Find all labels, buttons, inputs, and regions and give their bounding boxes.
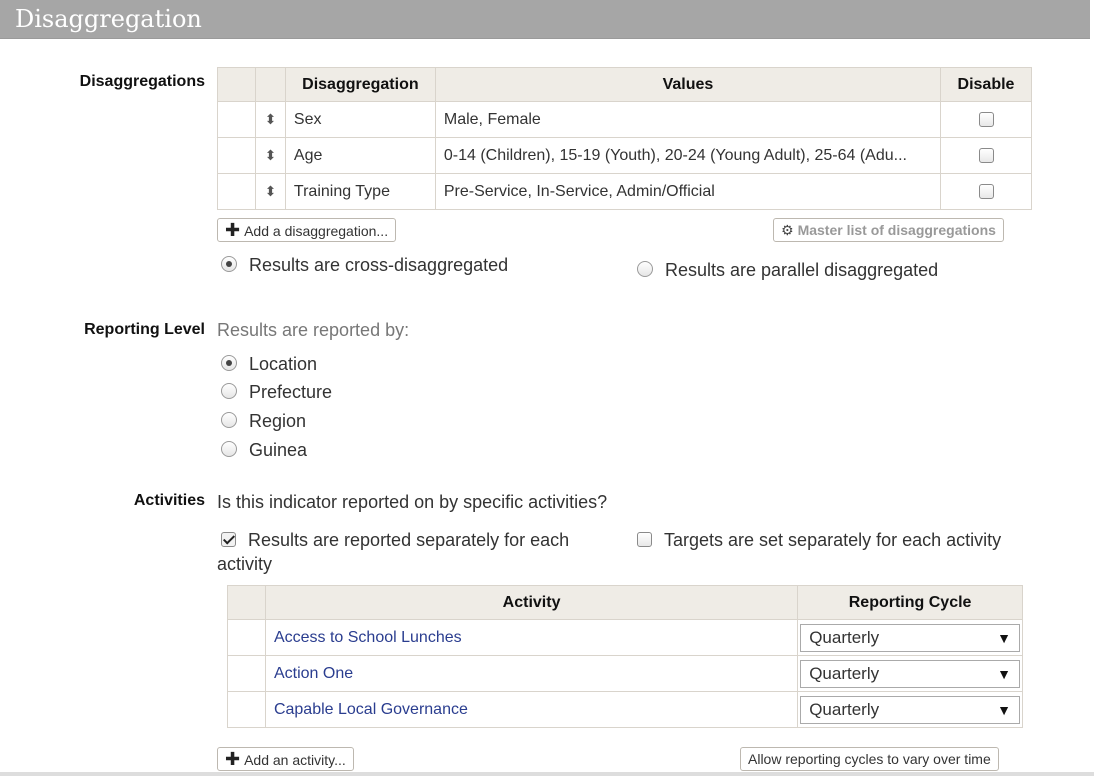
disaggregation-values[interactable]: 0-14 (Children), 15-19 (Youth), 20-24 (Y… — [434, 137, 942, 174]
table-row: Access to School Lunches Quarterly ▼ — [227, 619, 1023, 656]
table-row: ⬍ Sex Male, Female — [217, 101, 1032, 138]
cross-disaggregated-radio[interactable] — [221, 256, 237, 273]
disable-checkbox[interactable] — [978, 183, 994, 199]
section-header: Disaggregation — [0, 0, 1090, 39]
section-title: Disaggregation — [15, 5, 202, 33]
reporting-level-label: Reporting Level — [84, 321, 205, 338]
activities-label: Activities — [133, 492, 205, 509]
table-row: ⬍ Age 0-14 (Children), 15-19 (Youth), 20… — [217, 137, 1032, 174]
drag-handle-icon[interactable]: ⬍ — [254, 137, 286, 174]
activity-link[interactable]: Action One — [274, 665, 353, 682]
master-list-button[interactable]: ⚙ Master list of disaggregations — [773, 218, 1004, 242]
separate-results-option[interactable]: Results are reported separately for each — [221, 530, 569, 551]
reporting-option-guinea[interactable]: Guinea — [221, 440, 307, 461]
activities-header-row: Activity Reporting Cycle — [227, 585, 1023, 620]
disaggregations-label: Disaggregations — [79, 73, 205, 90]
table-row: ⬍ Training Type Pre-Service, In-Service,… — [217, 173, 1032, 210]
header-blank — [217, 67, 256, 102]
header-values: Values — [434, 67, 942, 102]
vary-cycles-label: Allow reporting cycles to vary over time — [748, 751, 991, 767]
disable-checkbox[interactable] — [978, 111, 994, 127]
guinea-label: Guinea — [249, 440, 308, 460]
reporting-option-prefecture[interactable]: Prefecture — [221, 382, 332, 403]
dropdown-arrow-icon: ▼ — [997, 701, 1011, 718]
separate-results-label-cont: activity — [217, 554, 273, 574]
reporting-cycle-value: Quarterly — [809, 627, 880, 647]
parallel-disaggregated-radio[interactable] — [637, 261, 653, 278]
region-radio[interactable] — [221, 412, 237, 429]
region-label: Region — [249, 411, 307, 431]
reporting-cycle-value: Quarterly — [809, 663, 880, 683]
activity-link[interactable]: Capable Local Governance — [274, 701, 468, 718]
row-blank — [217, 137, 256, 174]
table-row: Action One Quarterly ▼ — [227, 655, 1023, 692]
row-blank — [217, 101, 256, 138]
parallel-disaggregated-label: Results are parallel disaggregated — [665, 260, 939, 280]
add-activity-label: Add an activity... — [244, 752, 346, 768]
row-blank — [217, 173, 256, 210]
cross-disaggregated-label: Results are cross-disaggregated — [249, 255, 509, 275]
disaggregations-header-row: Disaggregation Values Disable — [217, 67, 1032, 102]
vary-cycles-button[interactable]: Allow reporting cycles to vary over time — [740, 747, 999, 771]
separate-results-label: Results are reported separately for each — [248, 530, 570, 550]
reporting-option-region[interactable]: Region — [221, 411, 306, 432]
header-blank — [227, 585, 266, 620]
reporting-cycle-select[interactable]: Quarterly ▼ — [800, 659, 1020, 688]
dropdown-arrow-icon: ▼ — [997, 629, 1011, 646]
guinea-radio[interactable] — [221, 441, 237, 458]
reporting-option-location[interactable]: Location — [221, 354, 317, 375]
bottom-divider — [0, 772, 1094, 776]
plus-icon: ✚ — [225, 220, 241, 240]
master-list-label: Master list of disaggregations — [797, 222, 996, 238]
header-reporting-cycle: Reporting Cycle — [797, 585, 1023, 620]
header-disaggregation: Disaggregation — [284, 67, 436, 102]
separate-targets-label: Targets are set separately for each acti… — [664, 530, 1002, 550]
separate-results-checkbox[interactable] — [221, 531, 236, 547]
row-blank — [227, 619, 266, 656]
row-blank — [227, 691, 266, 728]
disable-checkbox[interactable] — [978, 147, 994, 163]
row-blank — [227, 655, 266, 692]
header-sort — [254, 67, 286, 102]
prefecture-radio[interactable] — [221, 383, 237, 400]
header-activity: Activity — [264, 585, 799, 620]
disaggregation-name[interactable]: Age — [284, 137, 436, 174]
separate-targets-option[interactable]: Targets are set separately for each acti… — [637, 530, 1001, 551]
drag-handle-icon[interactable]: ⬍ — [254, 173, 286, 210]
reporting-cycle-select[interactable]: Quarterly ▼ — [800, 695, 1020, 724]
activities-table: Activity Reporting Cycle Access to Schoo… — [227, 585, 1023, 728]
add-disaggregation-label: Add a disaggregation... — [244, 223, 389, 239]
reporting-prompt: Results are reported by: — [217, 320, 410, 340]
disaggregation-values[interactable]: Male, Female — [434, 101, 942, 138]
disaggregation-values[interactable]: Pre-Service, In-Service, Admin/Official — [434, 173, 942, 210]
table-row: Capable Local Governance Quarterly ▼ — [227, 691, 1023, 728]
drag-handle-icon[interactable]: ⬍ — [254, 101, 286, 138]
cross-disaggregated-option[interactable]: Results are cross-disaggregated — [221, 255, 508, 276]
plus-icon: ✚ — [225, 749, 241, 769]
parallel-disaggregated-option[interactable]: Results are parallel disaggregated — [637, 260, 938, 281]
add-activity-button[interactable]: ✚ Add an activity... — [217, 747, 354, 771]
reporting-cycle-value: Quarterly — [809, 699, 880, 719]
prefecture-label: Prefecture — [249, 382, 333, 402]
gear-icon: ⚙ — [781, 222, 794, 238]
separate-targets-checkbox[interactable] — [637, 531, 652, 547]
disaggregation-name[interactable]: Training Type — [284, 173, 436, 210]
disaggregations-table: Disaggregation Values Disable ⬍ Sex Male… — [217, 67, 1032, 210]
location-label: Location — [249, 354, 318, 374]
dropdown-arrow-icon: ▼ — [997, 665, 1011, 682]
add-disaggregation-button[interactable]: ✚ Add a disaggregation... — [217, 218, 397, 242]
header-disable: Disable — [940, 67, 1032, 102]
activities-question: Is this indicator reported on by specifi… — [217, 492, 608, 512]
reporting-cycle-select[interactable]: Quarterly ▼ — [800, 623, 1020, 652]
activity-link[interactable]: Access to School Lunches — [274, 629, 462, 646]
disaggregation-name[interactable]: Sex — [284, 101, 436, 138]
location-radio[interactable] — [221, 355, 237, 372]
